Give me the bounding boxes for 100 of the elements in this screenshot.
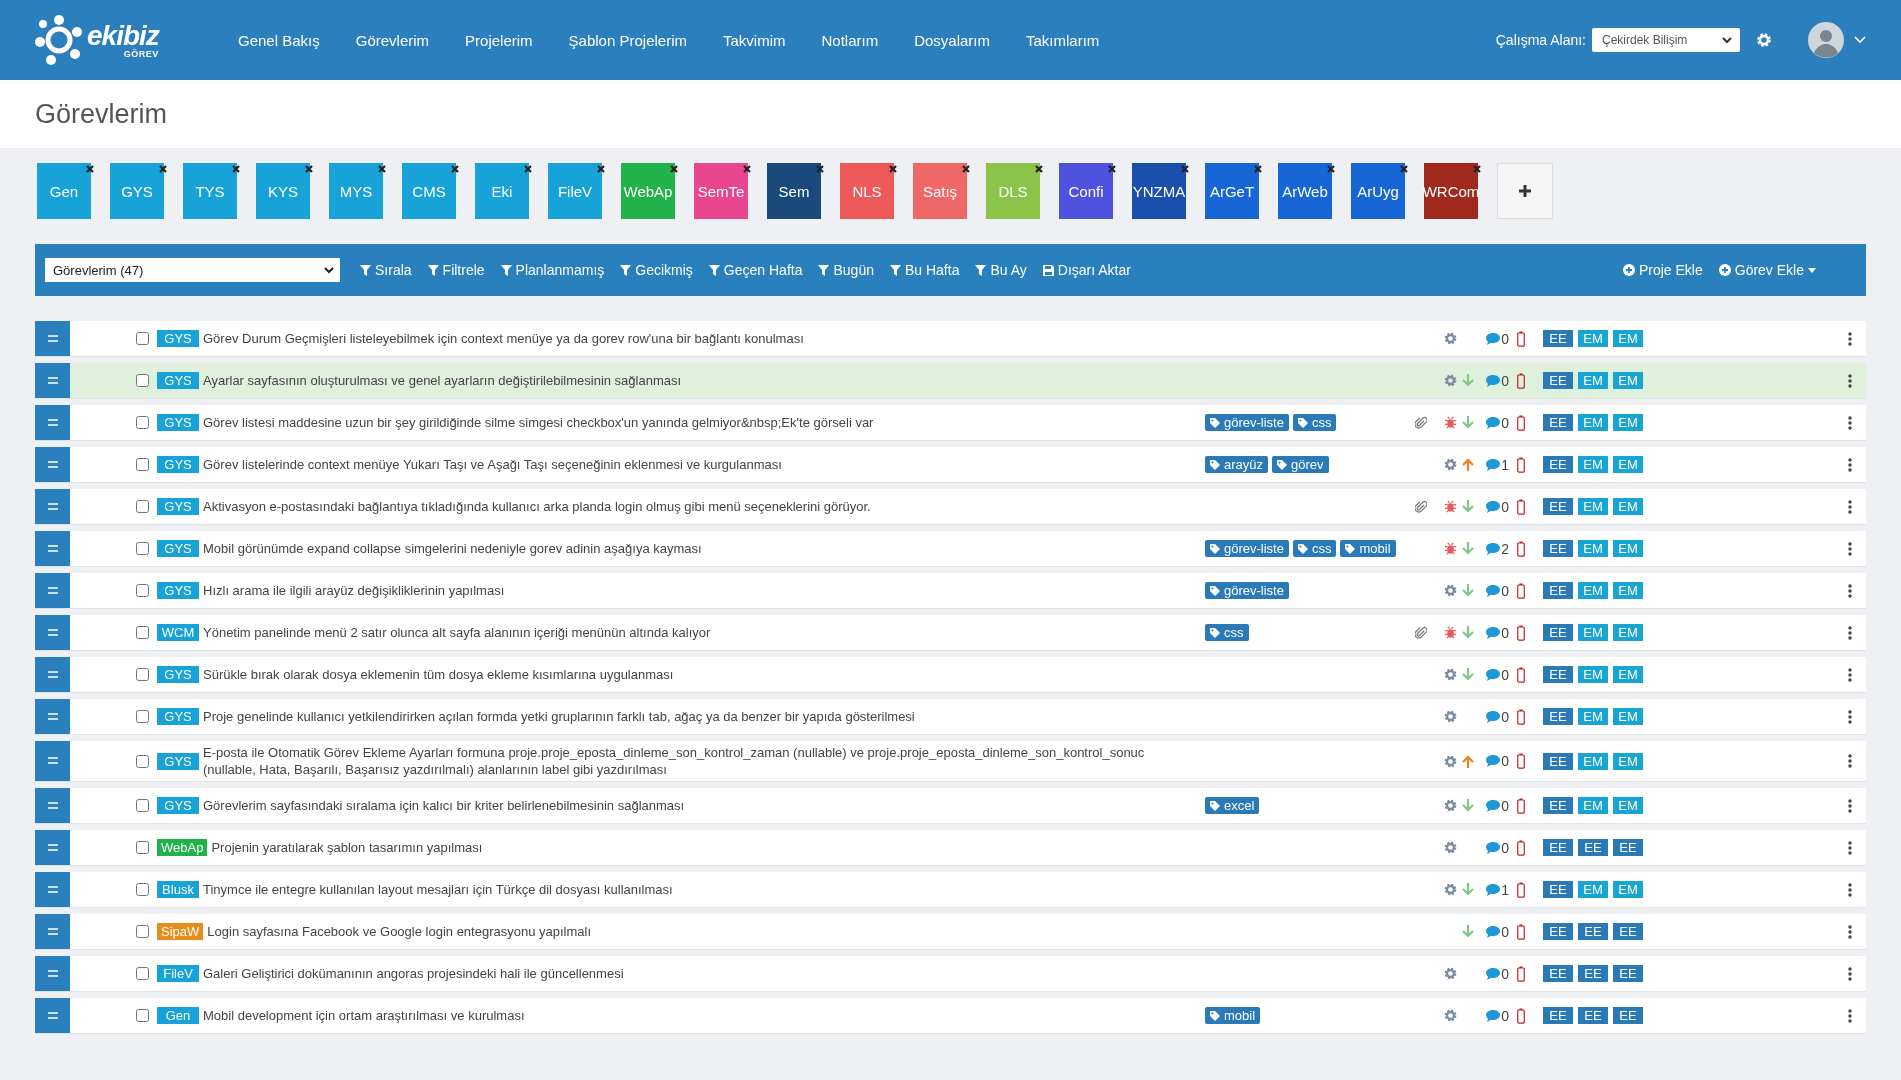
nav-link[interactable]: Projelerim: [447, 31, 551, 49]
close-icon[interactable]: [1399, 164, 1409, 174]
tag-chip[interactable]: görev-liste: [1205, 414, 1289, 431]
task-title[interactable]: Yönetim panelinde menü 2 satır olunca alt sayfa alanının içeriği menünün altında kalıyor: [203, 621, 1185, 644]
task-title[interactable]: Sürükle bırak olarak dosya eklemenin tüm dosya ekleme kısımlarına uygulanması: [203, 663, 1185, 686]
more-options-icon[interactable]: [1848, 541, 1852, 556]
project-tile[interactable]: NLS: [840, 163, 894, 219]
more-options-icon[interactable]: [1848, 583, 1852, 598]
task-row[interactable]: GYS Görev listesi maddesine uzun bir şey girildiğinde silme simgesi checkbox'un yanında gelmiyor&nbsp;Ek'te görseli var görev-liste css 0 EE EM EM: [35, 405, 1866, 441]
drag-handle[interactable]: [35, 914, 70, 949]
drag-handle-icon[interactable]: [47, 969, 58, 977]
paperclip-icon[interactable]: [1415, 625, 1427, 640]
close-icon[interactable]: [1180, 164, 1190, 174]
assignee-badge[interactable]: EE: [1543, 498, 1573, 515]
filter-button[interactable]: Sırala: [360, 262, 412, 278]
drag-handle[interactable]: [35, 657, 70, 692]
assignee-badge[interactable]: EE: [1578, 839, 1608, 856]
task-title[interactable]: Görev listesi maddesine uzun bir şey girildiğinde silme simgesi checkbox'un yanında gelmiyor&nbsp;Ek'te görseli var: [203, 411, 1185, 434]
drag-handle[interactable]: [35, 489, 70, 524]
filter-button[interactable]: Gecikmiş: [620, 262, 693, 278]
comment-icon[interactable]: [1486, 1009, 1501, 1022]
task-row[interactable]: GYS Görev Durum Geçmişleri listeleyebilmek için context menüye ya da gorev row'una bir bağlantı konulması 0 EE EM EM: [35, 321, 1866, 357]
tag-chip[interactable]: görev: [1272, 456, 1329, 473]
task-checkbox[interactable]: [136, 500, 149, 513]
comment-icon[interactable]: [1486, 416, 1501, 429]
project-tile[interactable]: Satış: [913, 163, 967, 219]
more-options-icon[interactable]: [1848, 709, 1852, 724]
task-checkbox[interactable]: [136, 710, 149, 723]
filter-button[interactable]: Filtrele: [427, 262, 485, 278]
nav-link[interactable]: Şablon Projelerim: [550, 31, 705, 49]
filter-button[interactable]: Dışarı Aktar: [1042, 262, 1131, 278]
task-row[interactable]: GYS Görev listelerinde context menüye Yukarı Taşı ve Aşağı Taşı seçeneğinin eklenmesi ve kurgulanması arayüz görev 1 EE EM EM: [35, 447, 1866, 483]
drag-handle[interactable]: [35, 405, 70, 440]
chevron-down-icon[interactable]: [324, 266, 334, 274]
comment-icon[interactable]: [1486, 841, 1501, 854]
assignee-badge[interactable]: EM: [1578, 456, 1608, 473]
task-title[interactable]: Aktivasyon e-postasındaki bağlantıya tıkladığında kullanıcı arka planda login olmuş gibi menü seçeneklerini görüyor.: [203, 495, 1185, 518]
assignee-badge[interactable]: EM: [1613, 540, 1643, 557]
drag-handle[interactable]: [35, 363, 70, 398]
task-row[interactable]: WebAp Projenin yaratılarak şablon tasarımın yapılması 0 EE EE EE: [35, 830, 1866, 866]
comment-icon[interactable]: [1486, 710, 1501, 723]
nav-link[interactable]: Takımlarım: [1008, 31, 1118, 49]
assignee-badge[interactable]: EE: [1578, 1007, 1608, 1024]
drag-handle-icon[interactable]: [47, 927, 58, 935]
project-tile[interactable]: TYS: [183, 163, 237, 219]
comment-icon[interactable]: [1486, 755, 1501, 767]
nav-link[interactable]: Takvimim: [705, 31, 804, 49]
close-icon[interactable]: [450, 164, 460, 174]
task-row[interactable]: WCM Yönetim panelinde menü 2 satır olunca alt sayfa alanının içeriği menünün altında kalıyor css 0 EE EM EM: [35, 615, 1866, 651]
drag-handle[interactable]: [35, 788, 70, 823]
drag-handle[interactable]: [35, 615, 70, 650]
filter-button[interactable]: Geçen Hafta: [708, 262, 803, 278]
task-checkbox[interactable]: [136, 542, 149, 555]
comment-icon[interactable]: [1486, 626, 1501, 639]
close-icon[interactable]: [1326, 164, 1336, 174]
task-title[interactable]: Ayarlar sayfasının oluşturulması ve genel ayarların değiştirilebilmesinin sağlanması: [203, 369, 1185, 392]
task-row[interactable]: SipaW Login sayfasına Facebook ve Google login entegrasyonu yapılmalı 0 EE EE EE: [35, 914, 1866, 950]
assignee-badge[interactable]: EE: [1543, 456, 1573, 473]
more-options-icon[interactable]: [1848, 457, 1852, 472]
project-tile[interactable]: CMS: [402, 163, 456, 219]
funnel-icon[interactable]: [889, 264, 901, 276]
assignee-badge[interactable]: EE: [1543, 752, 1573, 770]
task-checkbox[interactable]: [136, 883, 149, 896]
tag-chip[interactable]: arayüz: [1205, 456, 1269, 473]
more-options-icon[interactable]: [1848, 625, 1852, 640]
assignee-badge[interactable]: EE: [1543, 666, 1573, 683]
filter-button[interactable]: Bu Ay: [975, 262, 1027, 278]
task-title[interactable]: Galeri Geliştirici dokümanının angoras projesindeki hali ile güncellenmesi: [203, 962, 1185, 985]
task-checkbox[interactable]: [136, 374, 149, 387]
assignee-badge[interactable]: EE: [1543, 965, 1573, 982]
more-options-icon[interactable]: [1848, 667, 1852, 682]
assignee-badge[interactable]: EM: [1578, 540, 1608, 557]
workspace-select[interactable]: Çekirdek Bilişim: [1592, 28, 1740, 52]
assignee-badge[interactable]: EM: [1613, 881, 1643, 898]
tag-chip[interactable]: mobil: [1205, 1007, 1261, 1024]
drag-handle-icon[interactable]: [47, 460, 58, 468]
drag-handle-icon[interactable]: [47, 418, 58, 426]
assignee-badge[interactable]: EM: [1613, 624, 1643, 641]
close-icon[interactable]: [304, 164, 314, 174]
assignee-badge[interactable]: EE: [1543, 923, 1573, 940]
funnel-icon[interactable]: [818, 264, 830, 276]
task-title[interactable]: Login sayfasına Facebook ve Google login entegrasyonu yapılmalı: [207, 920, 1185, 943]
comment-icon[interactable]: [1486, 967, 1501, 980]
project-tile[interactable]: Confi: [1059, 163, 1113, 219]
project-tile[interactable]: WebAp: [621, 163, 675, 219]
drag-handle-icon[interactable]: [47, 757, 58, 764]
assignee-badge[interactable]: EE: [1543, 330, 1573, 347]
more-options-icon[interactable]: [1848, 415, 1852, 430]
assignee-badge[interactable]: EM: [1578, 666, 1608, 683]
drag-handle-icon[interactable]: [47, 376, 58, 384]
avatar[interactable]: [1808, 22, 1844, 58]
assignee-badge[interactable]: EM: [1578, 624, 1608, 641]
caret-icon[interactable]: [1808, 267, 1816, 273]
assignee-badge[interactable]: EM: [1613, 414, 1643, 431]
comment-icon[interactable]: [1486, 458, 1501, 471]
close-icon[interactable]: [669, 164, 679, 174]
task-title[interactable]: Görev Durum Geçmişleri listeleyebilmek için context menüye ya da gorev row'una bir bağlantı konulması: [203, 327, 1185, 350]
task-row[interactable]: GYS Proje genelinde kullanıcı yetkilendirirken açılan formda yetki gruplarının farklı tab, ağaç ya da benzer bir yapıda gösterilmesi 0 EE EM EM: [35, 699, 1866, 735]
task-checkbox[interactable]: [136, 967, 149, 980]
drag-handle-icon[interactable]: [47, 712, 58, 720]
